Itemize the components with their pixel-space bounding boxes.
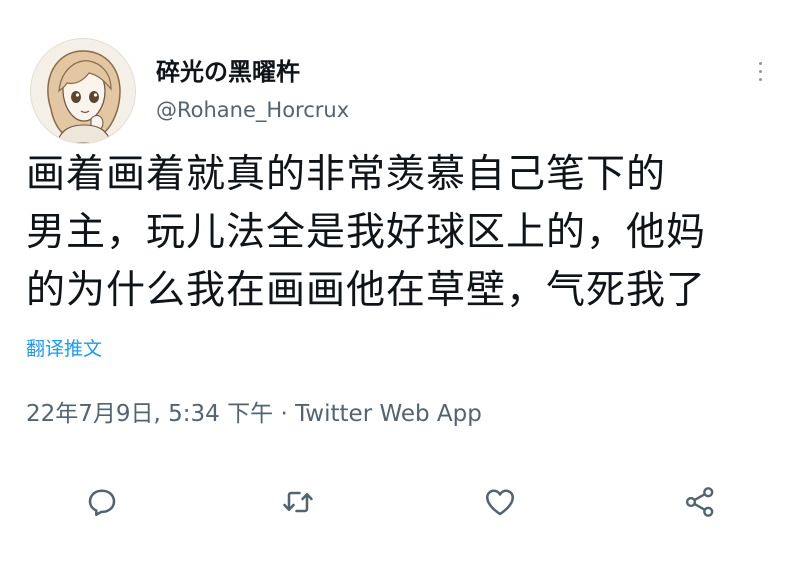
- tweet-text-line: 男主，玩儿法全是我好球区上的，他妈: [26, 210, 707, 255]
- like-button[interactable]: [472, 474, 528, 530]
- reply-icon: [88, 489, 116, 517]
- display-name[interactable]: 碎光の黑曜杵: [156, 52, 300, 87]
- avatar[interactable]: [30, 38, 136, 144]
- tweet-text: 画着画着就真的非常羡慕自己笔下的 男主，玩儿法全是我好球区上的，他妈 的为什么我…: [26, 146, 786, 320]
- reply-button[interactable]: [74, 474, 130, 530]
- tweet-text-line: 画着画着就真的非常羡慕自己笔下的: [26, 152, 667, 197]
- tweet-metadata: 22年7月9日, 5:34 下午 · Twitter Web App: [26, 394, 482, 428]
- more-options-icon[interactable]: [749, 56, 771, 86]
- tweet-timestamp[interactable]: 22年7月9日, 5:34 下午: [26, 401, 273, 427]
- translate-tweet-link[interactable]: 翻译推文: [26, 334, 102, 361]
- like-icon: [485, 489, 515, 516]
- metadata-separator: ·: [280, 401, 288, 427]
- share-button[interactable]: [672, 474, 728, 530]
- action-bar: [0, 474, 800, 530]
- user-handle[interactable]: @Rohane_Horcrux: [156, 98, 349, 122]
- tweet-text-line: 的为什么我在画画他在草壁，气死我了: [26, 268, 707, 313]
- retweet-button[interactable]: [270, 474, 326, 530]
- retweet-icon: [283, 491, 313, 513]
- source-app-link[interactable]: Twitter Web App: [295, 401, 482, 427]
- avatar-illustration: [31, 39, 135, 143]
- share-icon: [685, 487, 714, 517]
